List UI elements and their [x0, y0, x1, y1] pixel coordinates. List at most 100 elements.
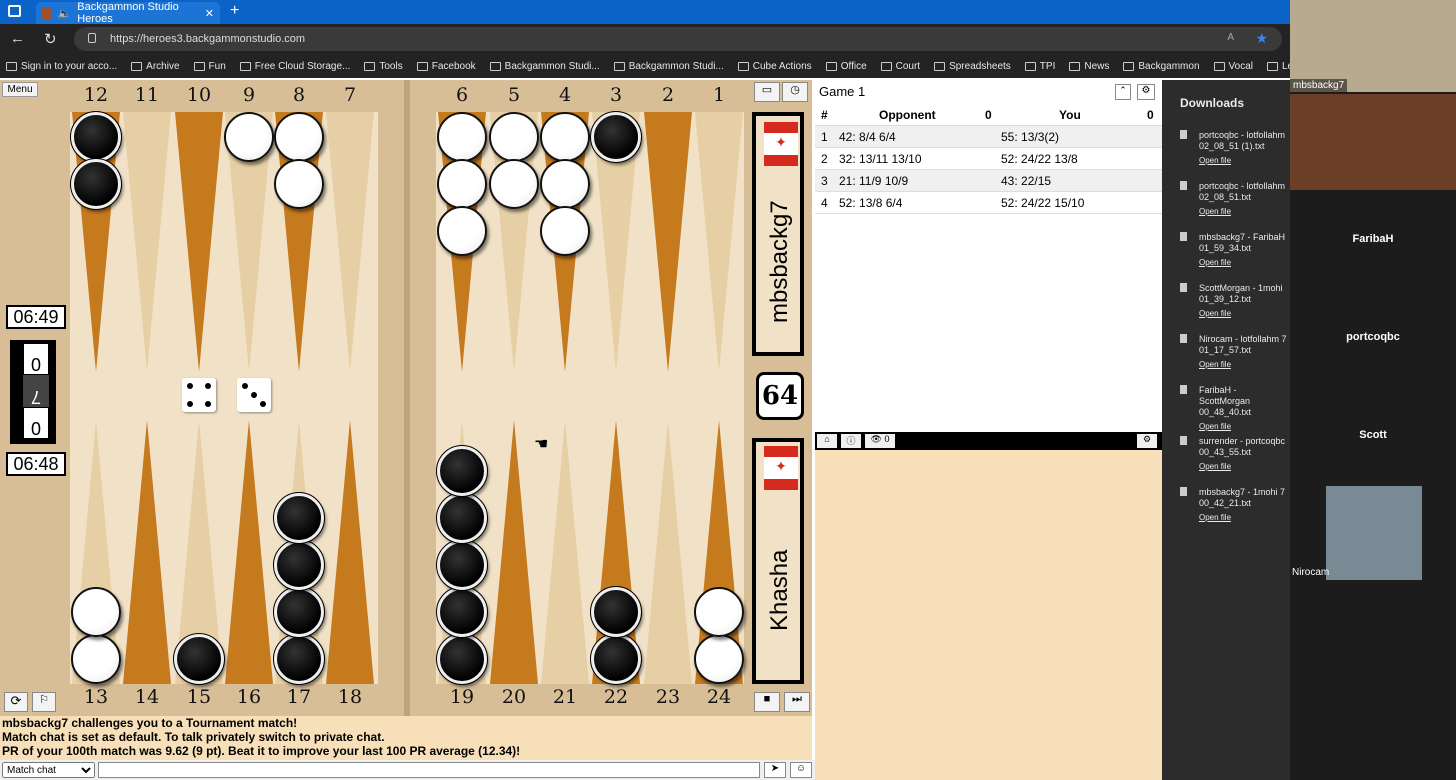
read-aloud-icon[interactable]: A [1227, 32, 1234, 43]
white-checker[interactable] [437, 112, 487, 162]
tab-close-icon[interactable]: ✕ [205, 7, 214, 20]
open-file-link[interactable]: Open file [1199, 461, 1290, 472]
bookmark-item[interactable]: Office [825, 61, 867, 72]
reload-icon[interactable]: ↻ [44, 30, 57, 48]
black-checker[interactable] [436, 492, 488, 544]
white-checker[interactable] [540, 112, 590, 162]
white-checker[interactable] [694, 634, 744, 684]
clock-icon[interactable]: ◷ [782, 82, 808, 102]
camera-icon[interactable]: ■ [754, 692, 780, 712]
send-icon[interactable]: ➤ [764, 762, 786, 778]
open-file-link[interactable]: Open file [1199, 155, 1290, 166]
download-item[interactable]: surrender - portcoqbc 00_43_55.txt Open fi… [1180, 436, 1290, 472]
chat-channel-select[interactable]: Match chat [2, 762, 95, 778]
open-file-link[interactable]: Open file [1199, 308, 1290, 319]
favorite-star-icon[interactable]: ★ [1255, 30, 1268, 47]
black-checker[interactable] [590, 586, 642, 638]
black-checker[interactable] [273, 539, 325, 591]
chat-input[interactable] [98, 762, 760, 778]
white-checker[interactable] [489, 159, 539, 209]
bookmark-item[interactable]: TPI [1024, 61, 1055, 72]
bookmark-item[interactable]: Tools [364, 61, 403, 72]
settings-gear-icon[interactable]: ⚙ [1137, 84, 1155, 100]
white-checker[interactable] [274, 112, 324, 162]
video-tile[interactable] [1290, 94, 1456, 190]
bookmark-item[interactable]: Learning [1266, 61, 1290, 72]
download-item[interactable]: portcoqbc - lotfollahm 02_08_51.txt Open f… [1180, 181, 1290, 217]
open-file-link[interactable]: Open file [1199, 257, 1290, 268]
collapse-icon[interactable]: ⌃ [1115, 84, 1131, 100]
black-checker[interactable] [590, 111, 642, 163]
browser-tab[interactable]: 🔈 Backgammon Studio Heroes ✕ [36, 1, 220, 25]
black-checker[interactable] [436, 586, 488, 638]
white-checker[interactable] [694, 587, 744, 637]
video-tile[interactable]: Nirocam [1290, 484, 1456, 580]
black-checker[interactable] [273, 633, 325, 685]
bookmark-item[interactable]: Archive [131, 61, 180, 72]
bookmark-item[interactable]: Backgammon Studi... [489, 61, 600, 72]
white-checker[interactable] [71, 587, 121, 637]
emoji-icon[interactable]: ☺ [790, 762, 812, 778]
menu-button[interactable]: Menu [2, 82, 38, 97]
bookmark-item[interactable]: Court [880, 61, 920, 72]
home-icon[interactable]: ⌂ [817, 434, 837, 448]
speaker-icon[interactable]: 🔈 [58, 7, 72, 20]
new-tab-icon[interactable]: + [230, 2, 239, 20]
black-checker[interactable] [273, 586, 325, 638]
black-checker[interactable] [436, 445, 488, 497]
chat-settings-icon[interactable]: ⚙ [1137, 434, 1157, 448]
bookmark-item[interactable]: News [1069, 61, 1109, 72]
die-four[interactable] [182, 378, 216, 412]
open-file-link[interactable]: Open file [1199, 421, 1290, 432]
open-file-link[interactable]: Open file [1199, 512, 1290, 523]
window-icon[interactable] [8, 5, 21, 17]
bookmark-item[interactable]: Fun [193, 61, 226, 72]
bookmark-item[interactable]: Vocal [1213, 61, 1253, 72]
black-checker[interactable] [590, 633, 642, 685]
white-checker[interactable] [489, 112, 539, 162]
backgammon-board[interactable]: Menu ▭ ◷ ⟳ ⚐ ■ ⏭ [0, 80, 812, 716]
fast-forward-icon[interactable]: ⏭ [784, 692, 810, 712]
url-field[interactable]: https://heroes3.backgammonstudio.com A ★ [74, 27, 1282, 51]
video-tile[interactable]: mbsbackg7 [1290, 0, 1456, 92]
bookmark-item[interactable]: Sign in to your acco... [6, 61, 117, 72]
move-row[interactable]: 2 32: 13/11 13/10 52: 24/22 13/8 [815, 148, 1162, 170]
white-checker[interactable] [437, 206, 487, 256]
white-checker[interactable] [540, 206, 590, 256]
refresh-board-icon[interactable]: ⟳ [4, 692, 28, 712]
bookmark-item[interactable]: Backgammon [1123, 61, 1200, 72]
black-checker[interactable] [273, 492, 325, 544]
video-tile[interactable]: FaribaH [1290, 190, 1456, 288]
doubling-cube[interactable]: 64 [756, 372, 804, 420]
download-item[interactable]: ScottMorgan - 1mohi 01_39_12.txt Open file [1180, 283, 1290, 319]
bookmark-item[interactable]: Cube Actions [737, 61, 812, 72]
video-tile[interactable]: Scott [1290, 386, 1456, 484]
video-tile[interactable]: portcoqbc [1290, 288, 1456, 386]
move-row[interactable]: 4 52: 13/8 6/4 52: 24/22 15/10 [815, 192, 1162, 214]
white-checker[interactable] [540, 159, 590, 209]
open-file-link[interactable]: Open file [1199, 206, 1290, 217]
bookmark-item[interactable]: Free Cloud Storage... [239, 61, 350, 72]
black-checker[interactable] [173, 633, 225, 685]
open-file-link[interactable]: Open file [1199, 359, 1290, 370]
flag-resign-icon[interactable]: ⚐ [32, 692, 56, 712]
black-checker[interactable] [436, 539, 488, 591]
white-checker[interactable] [71, 634, 121, 684]
monitor-icon[interactable]: ▭ [754, 82, 780, 102]
die-three[interactable] [237, 378, 271, 412]
back-icon[interactable]: ← [10, 30, 25, 47]
download-item[interactable]: Nirocam - lotfollahm 7 01_17_57.txt Open f… [1180, 334, 1290, 370]
black-checker[interactable] [70, 111, 122, 163]
watchers-badge[interactable]: 👁 0 [865, 434, 895, 448]
move-row[interactable]: 3 21: 11/9 10/9 43: 22/15 [815, 170, 1162, 192]
bookmark-item[interactable]: Facebook [416, 61, 476, 72]
download-item[interactable]: FaribaH - ScottMorgan 00_48_40.txt Open fi… [1180, 385, 1290, 432]
download-item[interactable]: portcoqbc - lotfollahm 02_08_51 (1).txt Op… [1180, 130, 1290, 166]
bookmark-item[interactable]: Spreadsheets [934, 61, 1011, 72]
white-checker[interactable] [437, 159, 487, 209]
white-checker[interactable] [224, 112, 274, 162]
download-item[interactable]: mbsbackg7 - FaribaH 01_59_34.txt Open file [1180, 232, 1290, 268]
black-checker[interactable] [70, 158, 122, 210]
move-row[interactable]: 1 42: 8/4 6/4 55: 13/3(2) [815, 126, 1162, 148]
white-checker[interactable] [274, 159, 324, 209]
